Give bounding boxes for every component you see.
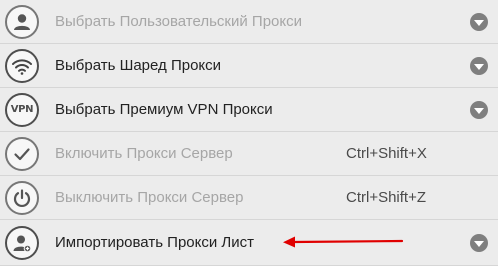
checkmark-icon [5,136,39,171]
menu-item-label: Выбрать Шаред Прокси [55,57,222,74]
vpn-icon: VPN [5,92,39,127]
user-icon [5,4,39,39]
menu-item-disable-proxy[interactable]: Выключить Прокси Сервер Ctrl+Shift+Z [0,176,498,220]
menu-item-label: Выбрать Премиум VPN Прокси [55,101,273,118]
menu-item-label: Импортировать Прокси Лист [55,234,255,251]
shortcut-label: Ctrl+Shift+Z [346,189,427,206]
menu-item-label: Выключить Прокси Сервер [55,189,244,206]
menu-item-import-proxy-list[interactable]: Импортировать Прокси Лист [0,220,498,266]
chevron-down-icon[interactable] [470,100,488,119]
chevron-down-icon[interactable] [470,12,488,31]
chevron-down-icon[interactable] [470,233,488,252]
menu-item-custom-proxy[interactable]: Выбрать Пользовательский Прокси [0,0,498,44]
annotation-arrow-icon [283,236,404,248]
menu-item-enable-proxy[interactable]: Включить Прокси Сервер Ctrl+Shift+X [0,132,498,176]
menu-item-label: Включить Прокси Сервер [55,145,233,162]
shortcut-label: Ctrl+Shift+X [346,145,427,162]
menu-item-label: Выбрать Пользовательский Прокси [55,13,302,30]
power-icon [5,180,39,215]
vpn-icon-text: VPN [10,104,34,115]
menu-item-shared-proxy[interactable]: Выбрать Шаред Прокси [0,44,498,88]
proxy-menu: Выбрать Пользовательский Прокси Выбрать … [0,0,498,266]
menu-item-premium-vpn[interactable]: VPN Выбрать Премиум VPN Прокси [0,88,498,132]
chevron-down-icon[interactable] [470,56,488,75]
wifi-icon [5,48,39,83]
import-user-icon [5,225,39,260]
